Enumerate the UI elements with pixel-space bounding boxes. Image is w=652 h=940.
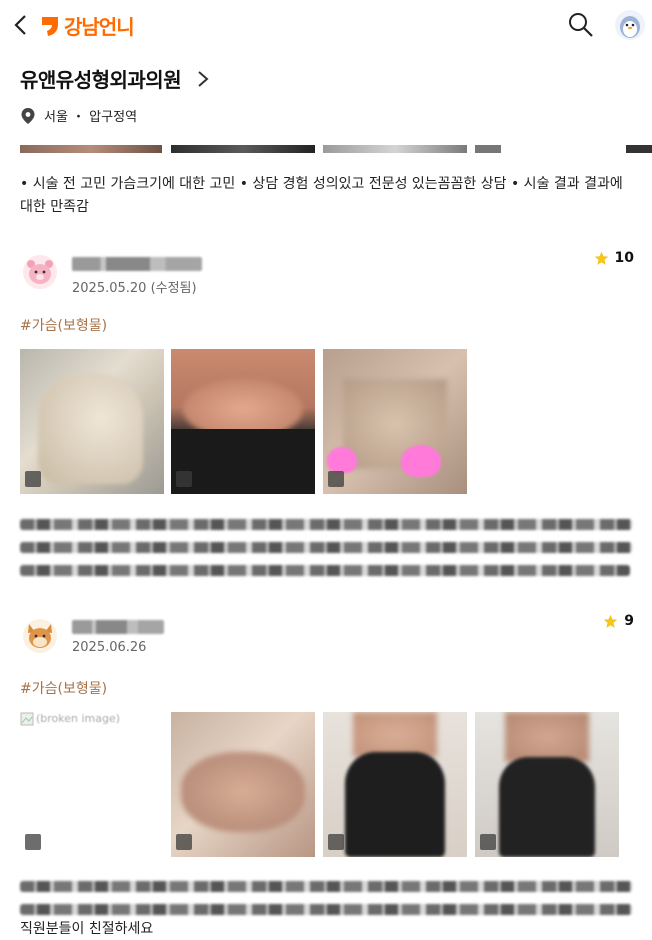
review-rating: 10 [594, 250, 634, 266]
profile-avatar-icon[interactable] [614, 9, 646, 41]
review-photo[interactable] [171, 349, 315, 494]
censor-heart-left [327, 447, 357, 473]
intro-review-text: • 시술 전 고민 가슴크기에 대한 고민 • 상담 경험 성의있고 전문성 있… [20, 176, 623, 215]
review-photo-broken[interactable]: (broken image) [20, 712, 164, 857]
photo-type-badge [176, 471, 192, 487]
search-icon[interactable] [566, 10, 596, 40]
chevron-right-icon [198, 70, 209, 87]
top-bar: 강남언니 [0, 0, 652, 50]
review-date: 2025.06.26 [72, 640, 147, 655]
rating-value: 9 [624, 613, 634, 629]
fox-avatar-icon [23, 619, 57, 653]
logo-mark-icon [42, 16, 58, 36]
photo-type-badge [328, 471, 344, 487]
review-photo[interactable] [171, 712, 315, 857]
app-logo[interactable]: 강남언니 [40, 11, 135, 40]
photo-type-badge [25, 834, 41, 850]
photo-strip-3 [323, 145, 467, 153]
review-photo[interactable] [323, 349, 467, 494]
photo-type-badge [328, 834, 344, 850]
censor-heart-right [401, 445, 441, 477]
logo-text: 강남언니 [64, 15, 135, 39]
photo-type-badge [176, 834, 192, 850]
clinic-location: 서울 ・ 압구정역 [20, 106, 137, 125]
photo-strip-1 [20, 145, 162, 153]
location-pin-icon [21, 107, 35, 124]
rating-value: 10 [614, 250, 634, 266]
clinic-name: 유앤유성형외과의원 [20, 68, 182, 92]
review-rating: 9 [603, 613, 634, 629]
photo-strip-4 [475, 145, 501, 153]
reviewer-name-blurred [72, 620, 164, 634]
review-text-tail: 직원분들이 친절하세요 [20, 921, 154, 937]
clinic-title-link[interactable]: 유앤유성형외과의원 [20, 64, 213, 93]
review-photo[interactable] [323, 712, 467, 857]
broken-image-icon [20, 712, 34, 726]
bear-avatar-icon [23, 255, 57, 289]
photo-type-badge [480, 834, 496, 850]
location-text: 서울 ・ 압구정역 [44, 110, 138, 125]
back-arrow-icon[interactable] [8, 10, 36, 40]
photo-strip-2 [171, 145, 315, 153]
photo-type-badge [25, 471, 41, 487]
review-photo[interactable] [475, 712, 619, 857]
review-photo[interactable] [20, 349, 164, 494]
reviewer-name-blurred [72, 257, 202, 271]
broken-image-alt: (broken image) [36, 712, 121, 725]
procedure-tag[interactable]: #가슴(보형물) [20, 678, 107, 698]
photo-strip-5 [626, 145, 652, 153]
procedure-tag[interactable]: #가슴(보형물) [20, 315, 107, 335]
star-icon [604, 614, 618, 628]
review-date: 2025.05.20 (수정됨) [72, 281, 197, 296]
review-text-blurred [20, 519, 632, 588]
star-icon [594, 251, 608, 265]
